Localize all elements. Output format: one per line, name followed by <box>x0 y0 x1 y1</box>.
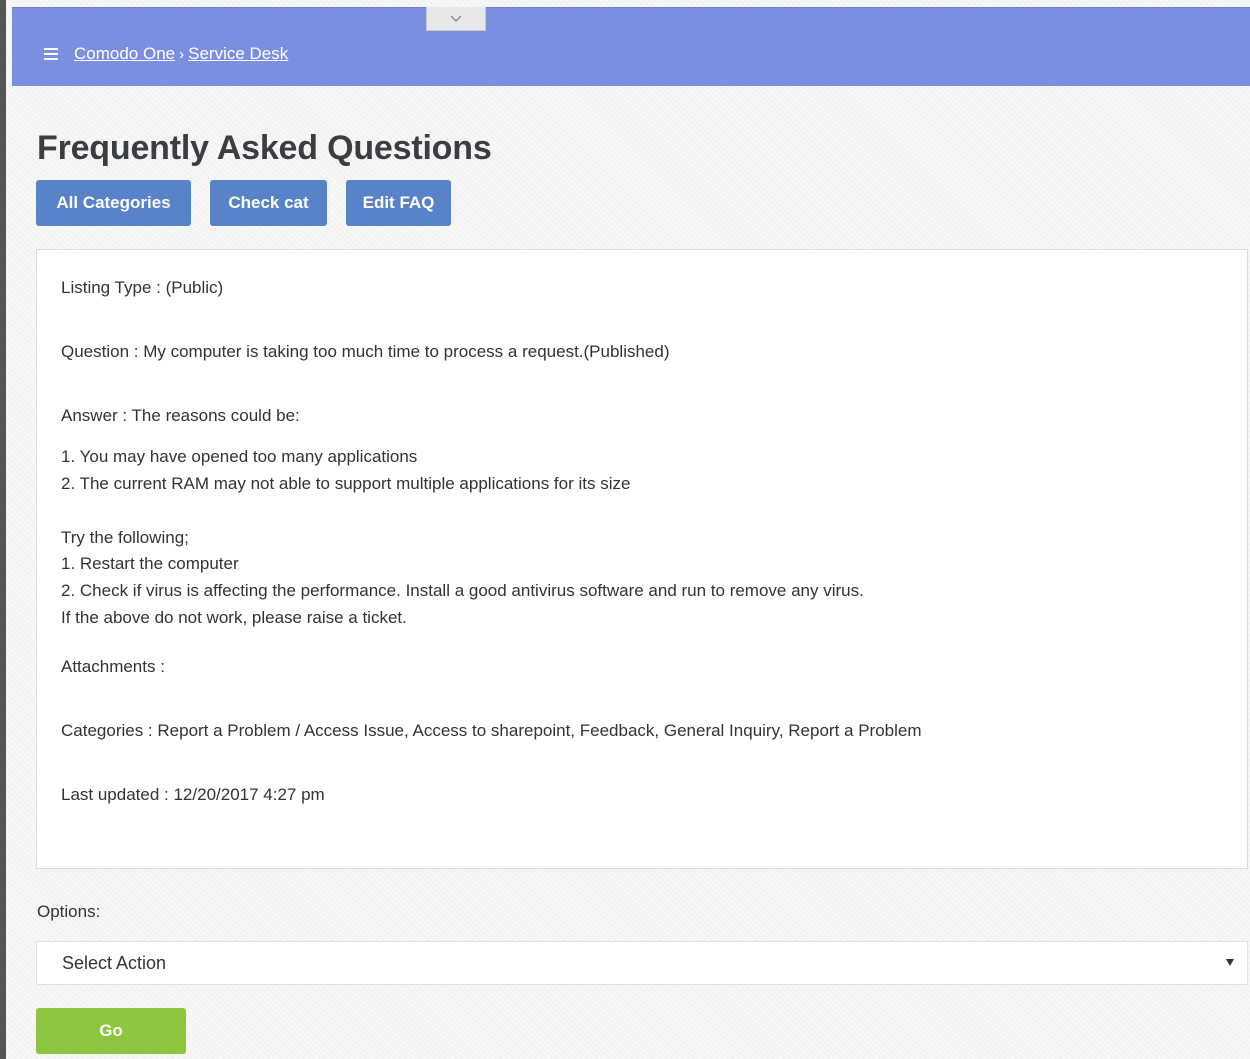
listing-type: Listing Type : (Public) <box>61 278 224 297</box>
faq-tab-bar: All Categories Check cat Edit FAQ <box>36 180 451 226</box>
go-button[interactable]: Go <box>36 1008 186 1054</box>
answer-line: If the above do not work, please raise a… <box>61 608 407 627</box>
action-select-value: Select Action <box>62 952 167 973</box>
edit-faq-button[interactable]: Edit FAQ <box>346 180 451 226</box>
header-collapse-toggle[interactable] <box>426 7 486 31</box>
check-cat-button[interactable]: Check cat <box>210 180 327 226</box>
answer-line: 1. You may have opened too many applicat… <box>61 447 418 466</box>
app-frame: Comodo One › Service Desk Frequently Ask… <box>0 0 1250 1059</box>
breadcrumb-link-service-desk[interactable]: Service Desk <box>188 44 288 64</box>
answer-line: 2. The current RAM may not able to suppo… <box>61 474 631 493</box>
caret-down-icon <box>1226 959 1234 966</box>
answer-line: 1. Restart the computer <box>61 554 239 573</box>
last-updated: Last updated : 12/20/2017 4:27 pm <box>61 785 325 804</box>
page-title: Frequently Asked Questions <box>37 129 492 167</box>
top-header-bar: Comodo One › Service Desk <box>12 7 1250 86</box>
question: Question : My computer is taking too muc… <box>61 342 670 361</box>
chevron-down-icon <box>450 15 462 22</box>
answer-label: Answer : The reasons could be: <box>61 406 300 425</box>
breadcrumb-separator: › <box>179 45 185 63</box>
action-select[interactable]: Select Action <box>36 941 1248 985</box>
hamburger-icon[interactable] <box>44 48 58 60</box>
answer-line: 2. Check if virus is affecting the perfo… <box>61 581 864 600</box>
faq-detail-panel: Listing Type : (Public) Question : My co… <box>36 249 1248 869</box>
categories: Categories : Report a Problem / Access I… <box>61 721 922 740</box>
breadcrumb: Comodo One › Service Desk <box>74 44 288 64</box>
attachments: Attachments : <box>61 657 165 676</box>
all-categories-button[interactable]: All Categories <box>36 180 191 226</box>
breadcrumb-link-comodo-one[interactable]: Comodo One <box>74 44 175 64</box>
answer-line: Try the following; <box>61 528 189 547</box>
options-label: Options: <box>37 902 101 921</box>
